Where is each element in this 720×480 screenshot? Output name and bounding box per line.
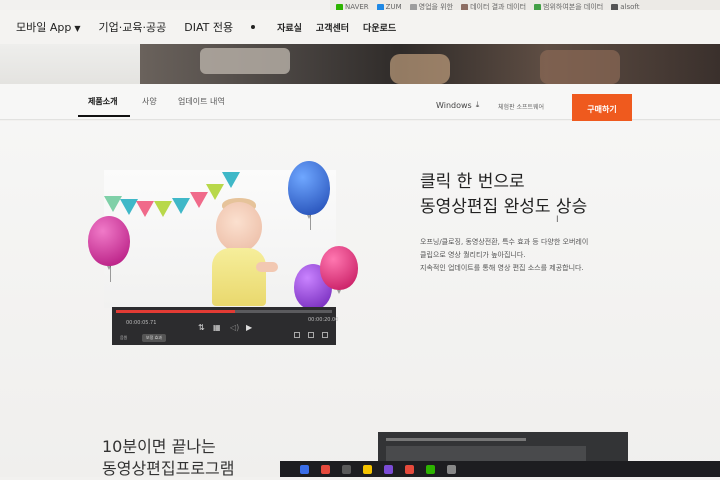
bunting-flag: [172, 198, 190, 214]
baby-image-body: [212, 248, 266, 306]
nav-mobile-app-label: 모바일 App: [16, 21, 72, 34]
headline-line-2: 동영상편집 완성도 상승: [420, 197, 588, 217]
tab-update-history[interactable]: 업데이트 내역: [178, 96, 225, 107]
nav-download[interactable]: 다운로드: [363, 21, 396, 34]
nav-diat[interactable]: DIAT 전용: [184, 19, 233, 35]
split-icon[interactable]: ⇅: [198, 323, 205, 332]
download-icon: ⤓: [475, 100, 480, 109]
section-title: 10분이면 끝나는 동영상편집프로그램: [102, 436, 234, 480]
nav-mobile-app[interactable]: 모바일 App ▼: [16, 19, 81, 35]
taskbar-app-icon[interactable]: [384, 464, 393, 474]
nav-resources[interactable]: 자료실: [277, 21, 302, 34]
video-player-bar: 00:00:05.71 00:00:20.00 ⇅ ▦ ◁) ▶ 음원 보정 효…: [112, 307, 339, 345]
playback-progress-fill: [116, 310, 235, 313]
os-label: Windows: [436, 100, 472, 110]
taskbar-app-icon[interactable]: [300, 464, 309, 474]
bunting-flag: [154, 201, 172, 217]
hero-headline: 클릭 한 번으로 동영상편집 완성도 상승: [420, 170, 587, 220]
track-tag: 음원: [120, 335, 128, 340]
film-icon[interactable]: ▦: [213, 323, 221, 332]
section-title-line-1: 10분이면 끝나는: [102, 437, 216, 456]
taskbar-app-icon[interactable]: [405, 464, 414, 474]
balloon-pink: [320, 246, 358, 294]
fullscreen-icon[interactable]: [308, 332, 314, 338]
hero-photo-object: [390, 54, 450, 84]
taskbar-app-icon[interactable]: [342, 464, 351, 474]
baby-image-arm: [256, 262, 278, 272]
effect-badge[interactable]: 보정 효과: [142, 334, 166, 342]
product-subnav: 제품소개 사양 업데이트 내역 Windows ⤓ 체험판 소프트웨어 구매하기: [0, 84, 720, 124]
desc-line-2: 클립으로 영상 퀄리티가 높아집니다.: [420, 251, 526, 259]
os-taskbar: [280, 461, 720, 477]
hero-photo-object: [200, 48, 290, 74]
current-time: 00:00:05.71: [126, 320, 157, 326]
window-icon[interactable]: [322, 332, 328, 338]
hero-description: 오프닝/클로징, 동영상전환, 특수 효과 등 다양한 오버레이 클립으로 영상…: [420, 236, 588, 275]
nav-support[interactable]: 고객센터: [316, 21, 349, 34]
chevron-down-icon: ▼: [74, 24, 81, 33]
taskbar-app-icon[interactable]: [447, 464, 456, 474]
bunting-flag: [222, 172, 240, 188]
balloon-magenta: [88, 216, 130, 270]
hero-photo-left: [0, 44, 140, 84]
trial-download-link[interactable]: 체험판 소프트웨어: [498, 102, 544, 111]
nav-enterprise[interactable]: 기업·교육·공공: [99, 19, 167, 35]
desc-line-1: 오프닝/클로징, 동영상전환, 특수 효과 등 다양한 오버레이: [420, 238, 589, 246]
desc-line-3: 지속적인 업데이트를 통해 영상 편집 소스를 제공합니다.: [420, 264, 584, 272]
nav-separator-dot: [251, 25, 256, 29]
volume-icon[interactable]: ◁): [230, 323, 239, 332]
tab-specs[interactable]: 사양: [142, 96, 157, 107]
hero-photo: [140, 44, 720, 84]
end-time: 00:00:20.00: [308, 317, 339, 323]
top-navigation: 모바일 App ▼ 기업·교육·공공 DIAT 전용 자료실 고객센터 다운로드: [0, 10, 720, 44]
balloon-blue: [288, 161, 330, 219]
settings-icon[interactable]: [294, 332, 300, 338]
taskbar-app-icon[interactable]: [426, 464, 435, 474]
playback-progress-track[interactable]: [116, 310, 332, 313]
active-tab-underline: [78, 115, 130, 117]
hero-photo-object: [540, 50, 620, 84]
buy-button[interactable]: 구매하기: [572, 94, 632, 124]
taskbar-app-icon[interactable]: [363, 464, 372, 474]
os-selector[interactable]: Windows ⤓: [436, 100, 479, 110]
headline-line-1: 클릭 한 번으로: [420, 172, 525, 192]
play-icon[interactable]: ▶: [246, 323, 252, 332]
baby-image: [216, 202, 262, 252]
text-cursor-icon: Ι: [556, 215, 559, 225]
bunting-flag: [136, 201, 154, 217]
taskbar-app-icon[interactable]: [321, 464, 330, 474]
tab-product-intro[interactable]: 제품소개: [88, 96, 117, 107]
